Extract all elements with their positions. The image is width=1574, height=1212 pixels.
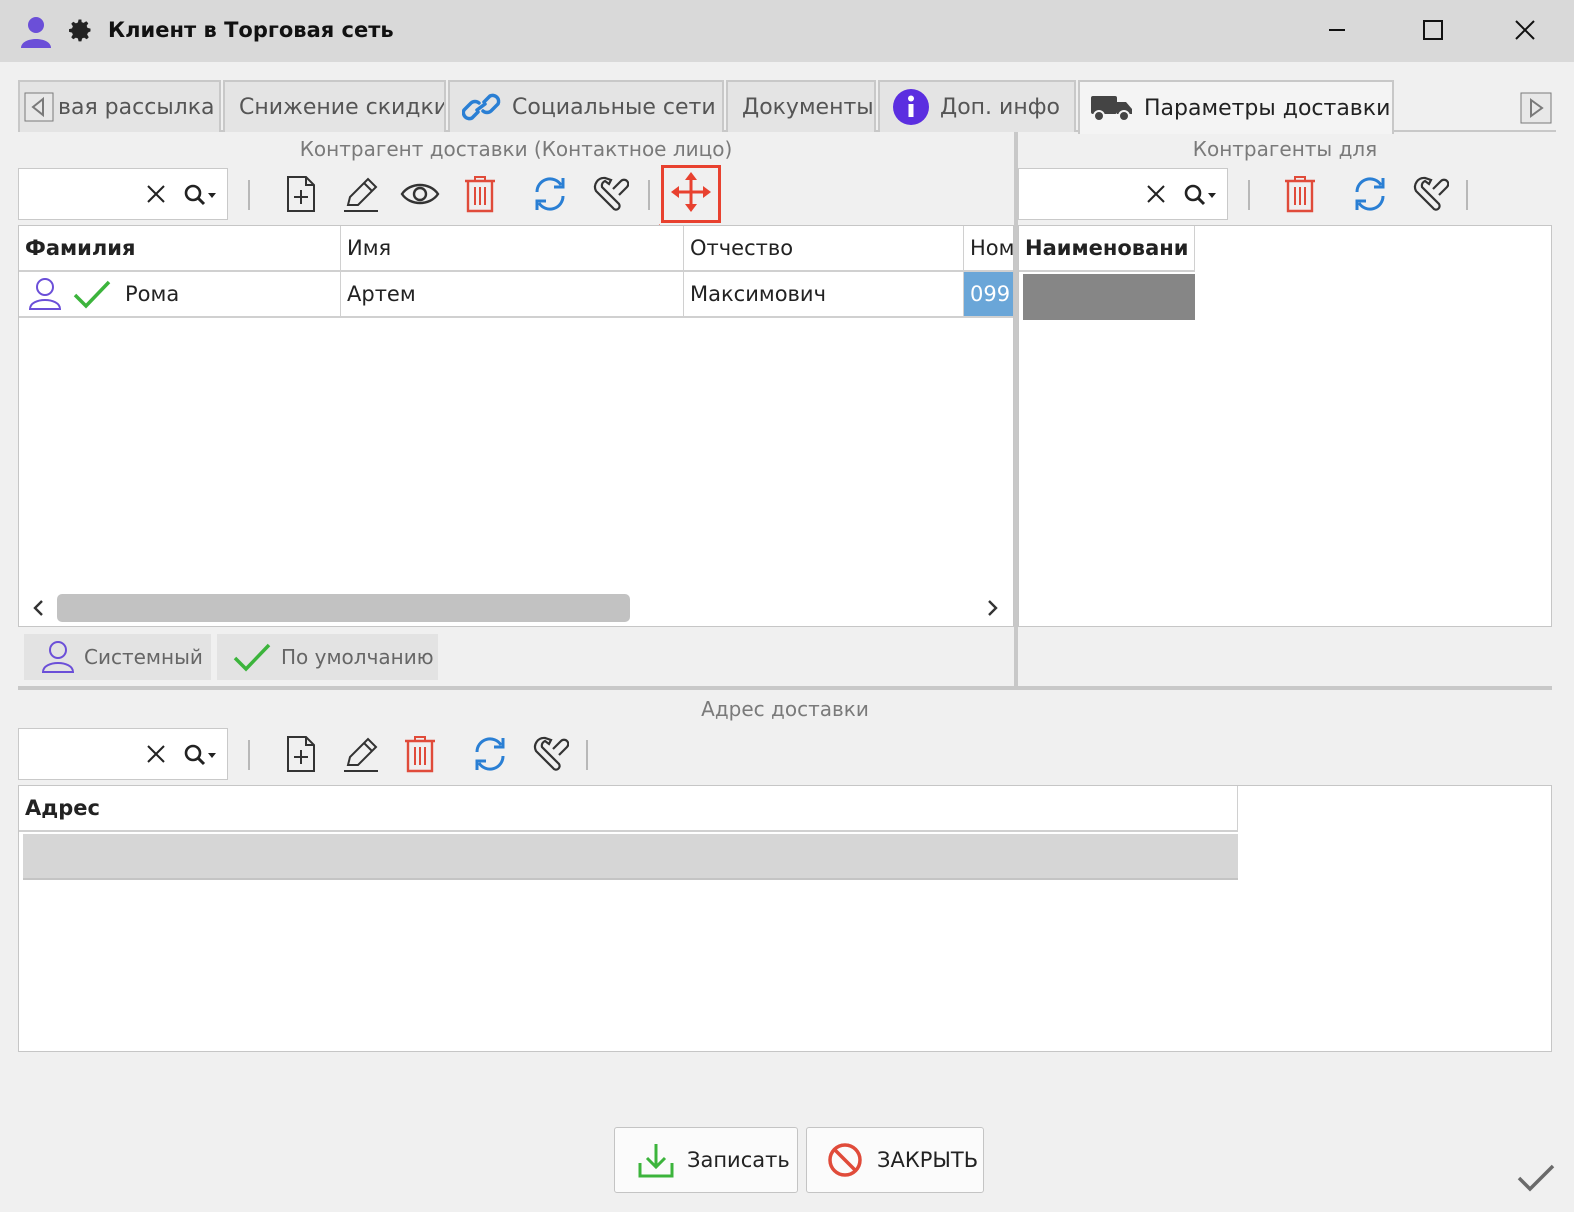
tab-newsletter[interactable]: вая рассылка <box>18 80 221 132</box>
clear-icon[interactable] <box>1145 183 1167 209</box>
contact-section-title: Контрагент доставки (Контактное лицо) <box>299 137 733 161</box>
refresh-icon[interactable] <box>1348 172 1392 216</box>
search-dropdown-icon[interactable] <box>1183 182 1219 212</box>
client-window: Клиент в Торговая сеть вая рассылка Сниж… <box>0 0 1574 1212</box>
legend-default-label: По умолчанию <box>281 645 434 669</box>
address-grid[interactable]: Адрес <box>18 785 1552 1052</box>
edit-pencil-icon[interactable] <box>339 732 383 776</box>
toolbar-separator <box>248 740 250 770</box>
system-user-icon <box>27 277 63 311</box>
scroll-right-icon[interactable] <box>986 598 1000 622</box>
save-label: Записать <box>687 1148 790 1172</box>
close-button[interactable]: ЗАКРЫТЬ <box>806 1127 984 1193</box>
window-title: Клиент в Торговая сеть <box>108 18 394 42</box>
toolbar-separator <box>248 180 250 210</box>
column-header-name[interactable]: Наименовани <box>1019 226 1195 272</box>
save-download-icon <box>637 1141 675 1179</box>
tab-label: Документы <box>742 94 874 120</box>
column-header-address[interactable]: Адрес <box>19 786 1238 832</box>
clear-icon[interactable] <box>145 183 167 209</box>
tab-scroll-right-icon[interactable] <box>1520 92 1552 128</box>
maximize-button[interactable] <box>1410 10 1456 50</box>
move-arrows-button[interactable] <box>661 165 721 223</box>
column-header-number[interactable]: Ном <box>964 226 1013 272</box>
save-button[interactable]: Записать <box>614 1127 798 1193</box>
tab-documents[interactable]: Документы <box>726 80 876 132</box>
contact-search-input[interactable] <box>18 168 228 220</box>
address-section-title: Адрес доставки <box>701 697 869 721</box>
link-icon <box>462 92 502 122</box>
counterparties-grid[interactable]: Наименовани <box>1018 225 1552 627</box>
cell-patronymic[interactable]: Максимович <box>684 272 964 318</box>
move-arrows-icon <box>670 171 712 217</box>
column-header-patronymic[interactable]: Отчество <box>684 226 964 272</box>
add-document-icon[interactable] <box>279 732 323 776</box>
address-search-input[interactable] <box>18 728 228 780</box>
title-bar: Клиент в Торговая сеть <box>0 0 1574 62</box>
cell-name[interactable]: Артем <box>341 272 684 318</box>
toolbar-separator <box>1466 180 1468 210</box>
tab-discount-reduction[interactable]: Снижение скидки <box>223 80 446 132</box>
user-icon <box>18 14 54 54</box>
close-window-button[interactable] <box>1502 10 1548 50</box>
search-dropdown-icon[interactable] <box>183 742 219 772</box>
tab-label: вая рассылка <box>58 94 215 120</box>
info-icon <box>892 88 930 126</box>
edit-pencil-icon[interactable] <box>339 172 383 216</box>
close-label: ЗАКРЫТЬ <box>877 1148 979 1172</box>
tab-delivery-params[interactable]: Параметры доставки <box>1078 80 1394 134</box>
tab-label: Снижение скидки <box>239 94 446 120</box>
prohibit-icon <box>827 1142 863 1178</box>
resize-check-icon <box>1516 1162 1556 1198</box>
cell-number[interactable]: 099 <box>964 272 1013 318</box>
tab-label: Параметры доставки <box>1144 95 1391 121</box>
column-header-surname[interactable]: Фамилия <box>19 226 341 272</box>
tab-additional-info[interactable]: Доп. инфо <box>878 80 1076 132</box>
system-user-icon <box>40 640 76 674</box>
refresh-icon[interactable] <box>468 732 512 776</box>
counterparties-search-input[interactable] <box>1018 168 1228 220</box>
minimize-button[interactable] <box>1314 10 1360 50</box>
counterparties-section-title: Контрагенты для <box>1192 137 1378 161</box>
empty-row[interactable] <box>23 834 1238 880</box>
horizontal-scrollbar-thumb[interactable] <box>57 594 630 622</box>
view-eye-icon[interactable] <box>398 172 442 216</box>
legend-default: По умолчанию <box>217 634 438 680</box>
add-document-icon[interactable] <box>279 172 323 216</box>
toolbar-separator <box>586 740 588 770</box>
default-check-icon <box>73 279 111 309</box>
column-header-name[interactable]: Имя <box>341 226 684 272</box>
clear-icon[interactable] <box>145 743 167 769</box>
toolbar-separator <box>1248 180 1250 210</box>
settings-wrench-icon[interactable] <box>588 172 632 216</box>
settings-wrench-icon[interactable] <box>1408 172 1452 216</box>
legend-system: Системный <box>24 634 211 680</box>
tab-label: Доп. инфо <box>940 94 1060 120</box>
refresh-icon[interactable] <box>528 172 572 216</box>
tab-label: Социальные сети <box>512 94 716 120</box>
surname-value: Рома <box>125 282 180 306</box>
gear-icon <box>66 16 94 48</box>
search-dropdown-icon[interactable] <box>183 182 219 212</box>
empty-row-selected[interactable] <box>1023 274 1195 320</box>
settings-wrench-icon[interactable] <box>528 732 572 776</box>
cell-surname[interactable]: Рома <box>19 272 341 318</box>
section-splitter[interactable] <box>18 686 1552 690</box>
scroll-left-icon[interactable] <box>31 598 45 622</box>
delete-trash-icon[interactable] <box>458 172 502 216</box>
truck-icon <box>1090 93 1134 123</box>
delete-trash-icon[interactable] <box>398 732 442 776</box>
legend-system-label: Системный <box>84 645 203 669</box>
tab-scroll-left-icon[interactable] <box>24 92 54 122</box>
tab-social-networks[interactable]: Социальные сети <box>448 80 724 132</box>
toolbar-separator <box>648 180 650 210</box>
contact-grid[interactable]: Фамилия Имя Отчество Ном Рома Артем Макс… <box>18 225 1014 627</box>
delete-trash-icon[interactable] <box>1278 172 1322 216</box>
default-check-icon <box>233 642 271 672</box>
